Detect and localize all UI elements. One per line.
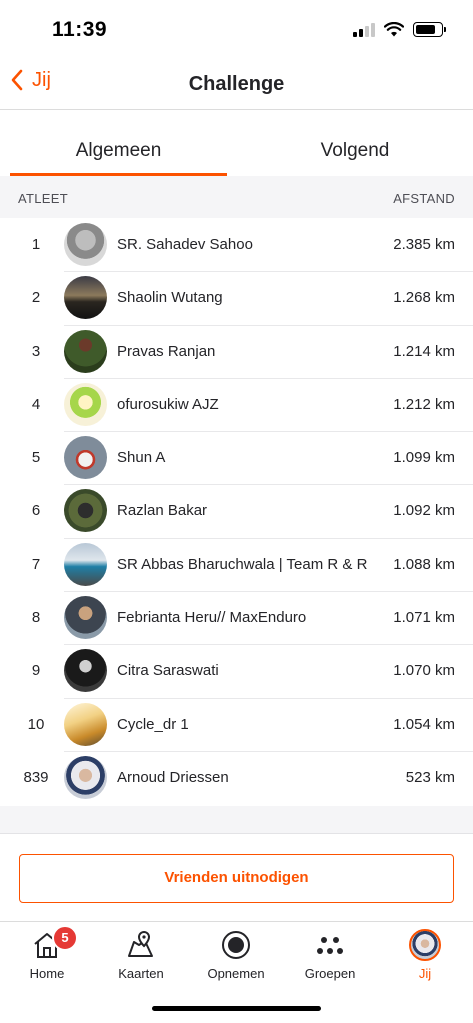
home-indicator	[152, 1006, 321, 1011]
athlete-avatar[interactable]	[64, 436, 107, 480]
leaderboard-row[interactable]: 7 SR Abbas Bharuchwala | Team R & R 1.08…	[0, 537, 473, 591]
athlete-rank: 9	[31, 662, 41, 680]
tabbar-label-groups: Groepen	[304, 966, 356, 981]
athlete-avatar[interactable]	[64, 382, 107, 426]
athlete-name: Arnoud Driessen	[117, 768, 229, 786]
athlete-name: Cycle_dr 1	[117, 715, 189, 733]
leaderboard-row[interactable]: 8 Febrianta Heru// MaxEnduro 1.071 km	[0, 591, 473, 644]
athlete-distance: 1.071 km	[393, 609, 455, 627]
leaderboard-row[interactable]: 3 Pravas Ranjan 1.214 km	[0, 324, 473, 378]
athlete-rank: 839	[23, 768, 49, 786]
leaderboard-list: 1 SR. Sahadev Sahoo 2.385 km 2 Shaolin W…	[0, 218, 473, 804]
athlete-rank: 1	[31, 236, 41, 253]
status-time: 11:39	[52, 18, 108, 41]
athlete-name: SR. Sahadev Sahoo	[117, 236, 253, 253]
battery-icon	[413, 22, 446, 37]
athlete-name: Febrianta Heru// MaxEnduro	[117, 609, 307, 627]
athlete-avatar[interactable]	[64, 489, 107, 533]
athlete-distance: 1.070 km	[393, 662, 455, 680]
athlete-name: Razlan Bakar	[117, 502, 208, 520]
cellular-signal-icon	[353, 22, 375, 37]
athlete-distance: 2.385 km	[393, 236, 455, 253]
segment-tabs: Algemeen Volgend	[0, 130, 473, 176]
leaderboard-row[interactable]: 5 Shun A 1.099 km	[0, 431, 473, 484]
athlete-name: SR Abbas Bharuchwala | Team R & R	[117, 555, 368, 573]
tabbar-item-you[interactable]: Jij	[378, 922, 472, 992]
athlete-avatar[interactable]	[64, 649, 107, 693]
athlete-distance: 1.268 km	[393, 289, 455, 307]
leaderboard-row[interactable]: 9 Citra Saraswati 1.070 km	[0, 644, 473, 697]
leaderboard-row[interactable]: 6 Razlan Bakar 1.092 km	[0, 484, 473, 537]
athlete-avatar[interactable]	[64, 276, 107, 320]
athlete-distance: 1.092 km	[393, 502, 455, 520]
athlete-rank: 7	[31, 555, 41, 573]
athlete-name: Pravas Ranjan	[117, 342, 216, 360]
groups-icon	[317, 937, 343, 954]
leaderboard-row[interactable]: 839 Arnoud Driessen 523 km	[0, 750, 473, 804]
athlete-name: ofurosukiw AJZ	[117, 395, 219, 413]
record-icon	[222, 931, 250, 959]
tabbar-item-record[interactable]: Opnemen	[189, 922, 283, 992]
tabbar-label-maps: Kaarten	[118, 966, 164, 981]
athlete-avatar[interactable]	[64, 329, 107, 373]
tabbar-item-home[interactable]: 5 Home	[0, 922, 94, 992]
tabbar-label-record: Opnemen	[207, 966, 265, 981]
tabbar-item-maps[interactable]: Kaarten	[94, 922, 188, 992]
column-header-distance: AFSTAND	[393, 191, 455, 206]
athlete-distance: 1.212 km	[393, 395, 455, 413]
athlete-distance: 1.214 km	[393, 342, 455, 360]
column-header-athlete: ATLEET	[18, 191, 68, 206]
athlete-distance: 1.099 km	[393, 449, 455, 467]
tabbar-item-groups[interactable]: Groepen	[283, 922, 377, 992]
page-title: Challenge	[188, 73, 285, 95]
athlete-distance: 1.088 km	[393, 555, 455, 573]
leaderboard-row[interactable]: 2 Shaolin Wutang 1.268 km	[0, 271, 473, 324]
athlete-avatar[interactable]	[64, 542, 107, 586]
leaderboard-row[interactable]: 4 ofurosukiw AJZ 1.212 km	[0, 377, 473, 431]
navigation-bar: Jij Challenge	[0, 62, 473, 110]
tab-general[interactable]: Algemeen	[10, 130, 227, 176]
athlete-avatar[interactable]	[64, 755, 107, 799]
athlete-rank: 4	[31, 395, 41, 413]
athlete-rank: 8	[31, 609, 41, 627]
athlete-rank: 5	[31, 449, 41, 467]
tabbar-label-you: Jij	[418, 966, 432, 981]
profile-avatar-icon	[409, 929, 441, 961]
status-bar: 11:39	[0, 0, 473, 62]
athlete-name: Citra Saraswati	[117, 662, 219, 680]
athlete-rank: 2	[31, 289, 41, 307]
athlete-rank: 3	[31, 342, 41, 360]
leaderboard-row[interactable]: 1 SR. Sahadev Sahoo 2.385 km	[0, 218, 473, 271]
home-notification-badge: 5	[52, 925, 78, 951]
athlete-name: Shaolin Wutang	[117, 289, 223, 307]
athlete-rank: 10	[27, 715, 45, 733]
athlete-name: Shun A	[117, 449, 166, 467]
tabbar-label-home: Home	[29, 966, 65, 981]
leaderboard-row[interactable]: 10 Cycle_dr 1 1.054 km	[0, 697, 473, 751]
section-divider	[0, 806, 473, 834]
map-icon	[128, 930, 153, 957]
athlete-distance: 523 km	[405, 768, 455, 786]
status-icons	[353, 22, 446, 37]
athlete-avatar[interactable]	[64, 702, 107, 746]
athlete-rank: 6	[31, 502, 41, 520]
leaderboard-header: ATLEET AFSTAND	[0, 176, 473, 218]
wifi-icon	[384, 22, 404, 37]
tab-following[interactable]: Volgend	[237, 130, 473, 176]
athlete-avatar[interactable]	[64, 223, 107, 266]
athlete-distance: 1.054 km	[393, 715, 455, 733]
invite-friends-button[interactable]: Vrienden uitnodigen	[19, 854, 454, 903]
athlete-avatar[interactable]	[64, 596, 107, 640]
